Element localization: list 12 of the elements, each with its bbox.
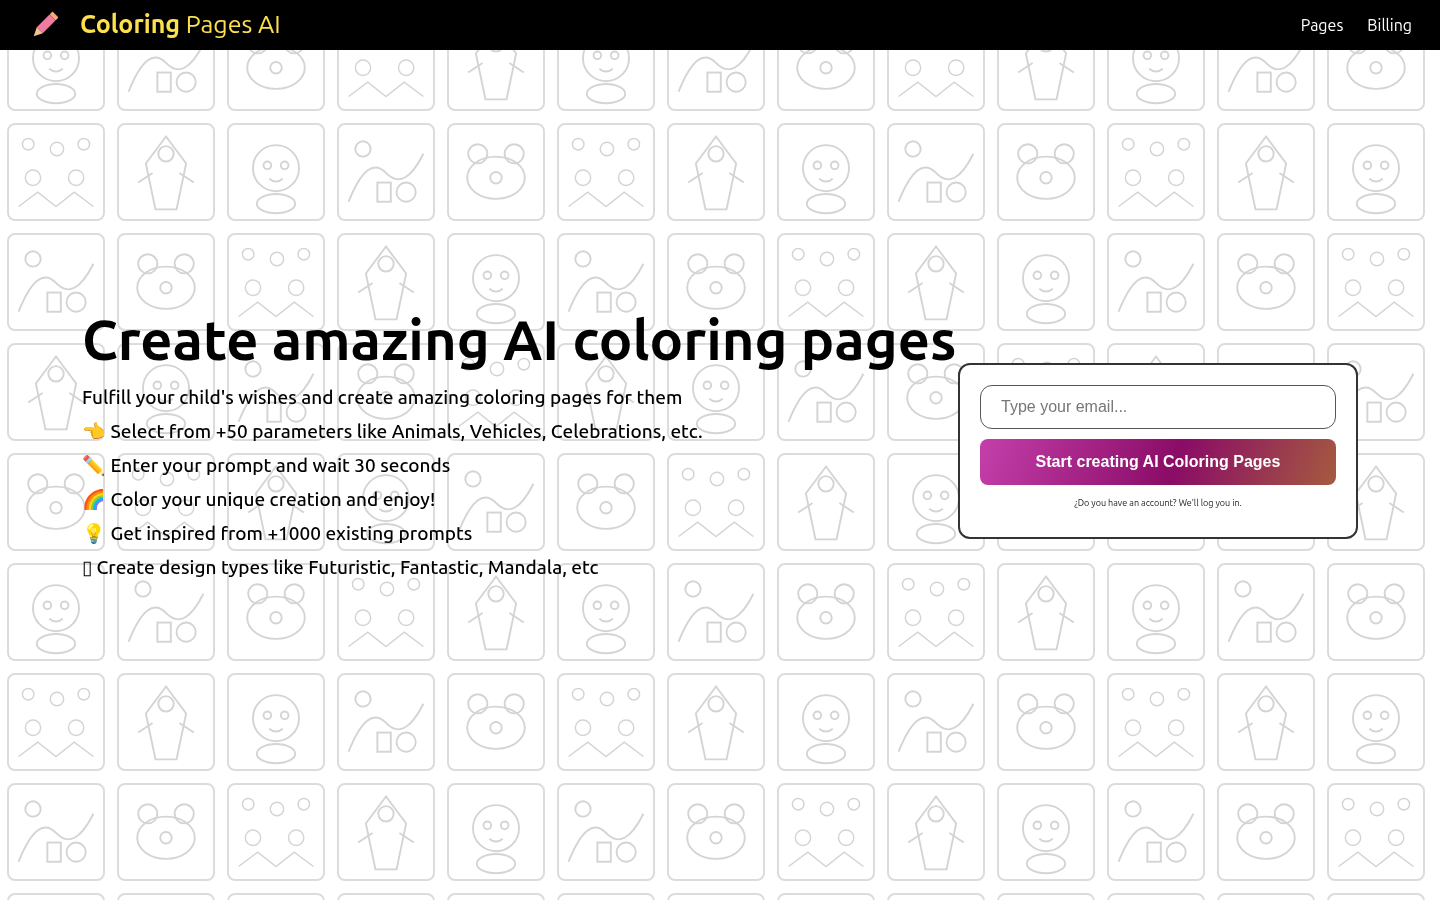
feature-line: ✏ Enter your prompt and wait 30 seconds [82, 453, 452, 478]
feature-line: ▯ Create design types like Futuristic, Fantastic, Mandala, etc [82, 555, 600, 580]
logo-text[interactable]: Coloring Pages AI [80, 6, 281, 44]
start-button[interactable]: Start creating AI Coloring Pages [980, 439, 1336, 485]
feature-line: 👈 Select from +50 parameters like Animals, Vehicles, Celebrations, etc. [82, 419, 704, 444]
nav-link[interactable]: Pages [1300, 13, 1344, 37]
feature-line: 🌈 Color your unique creation and enjoy! [82, 487, 437, 512]
feature-line: 💡 Get inspired from +1000 existing prompts [82, 521, 474, 546]
email-field[interactable]: Type your email... [980, 385, 1336, 429]
nav-link[interactable]: Billing [1367, 13, 1412, 37]
hero-title: Create amazing AI coloring pages [82, 307, 957, 373]
hero-subtitle: Fulfill your child's wishes and create amazing coloring pages for them [82, 385, 684, 410]
